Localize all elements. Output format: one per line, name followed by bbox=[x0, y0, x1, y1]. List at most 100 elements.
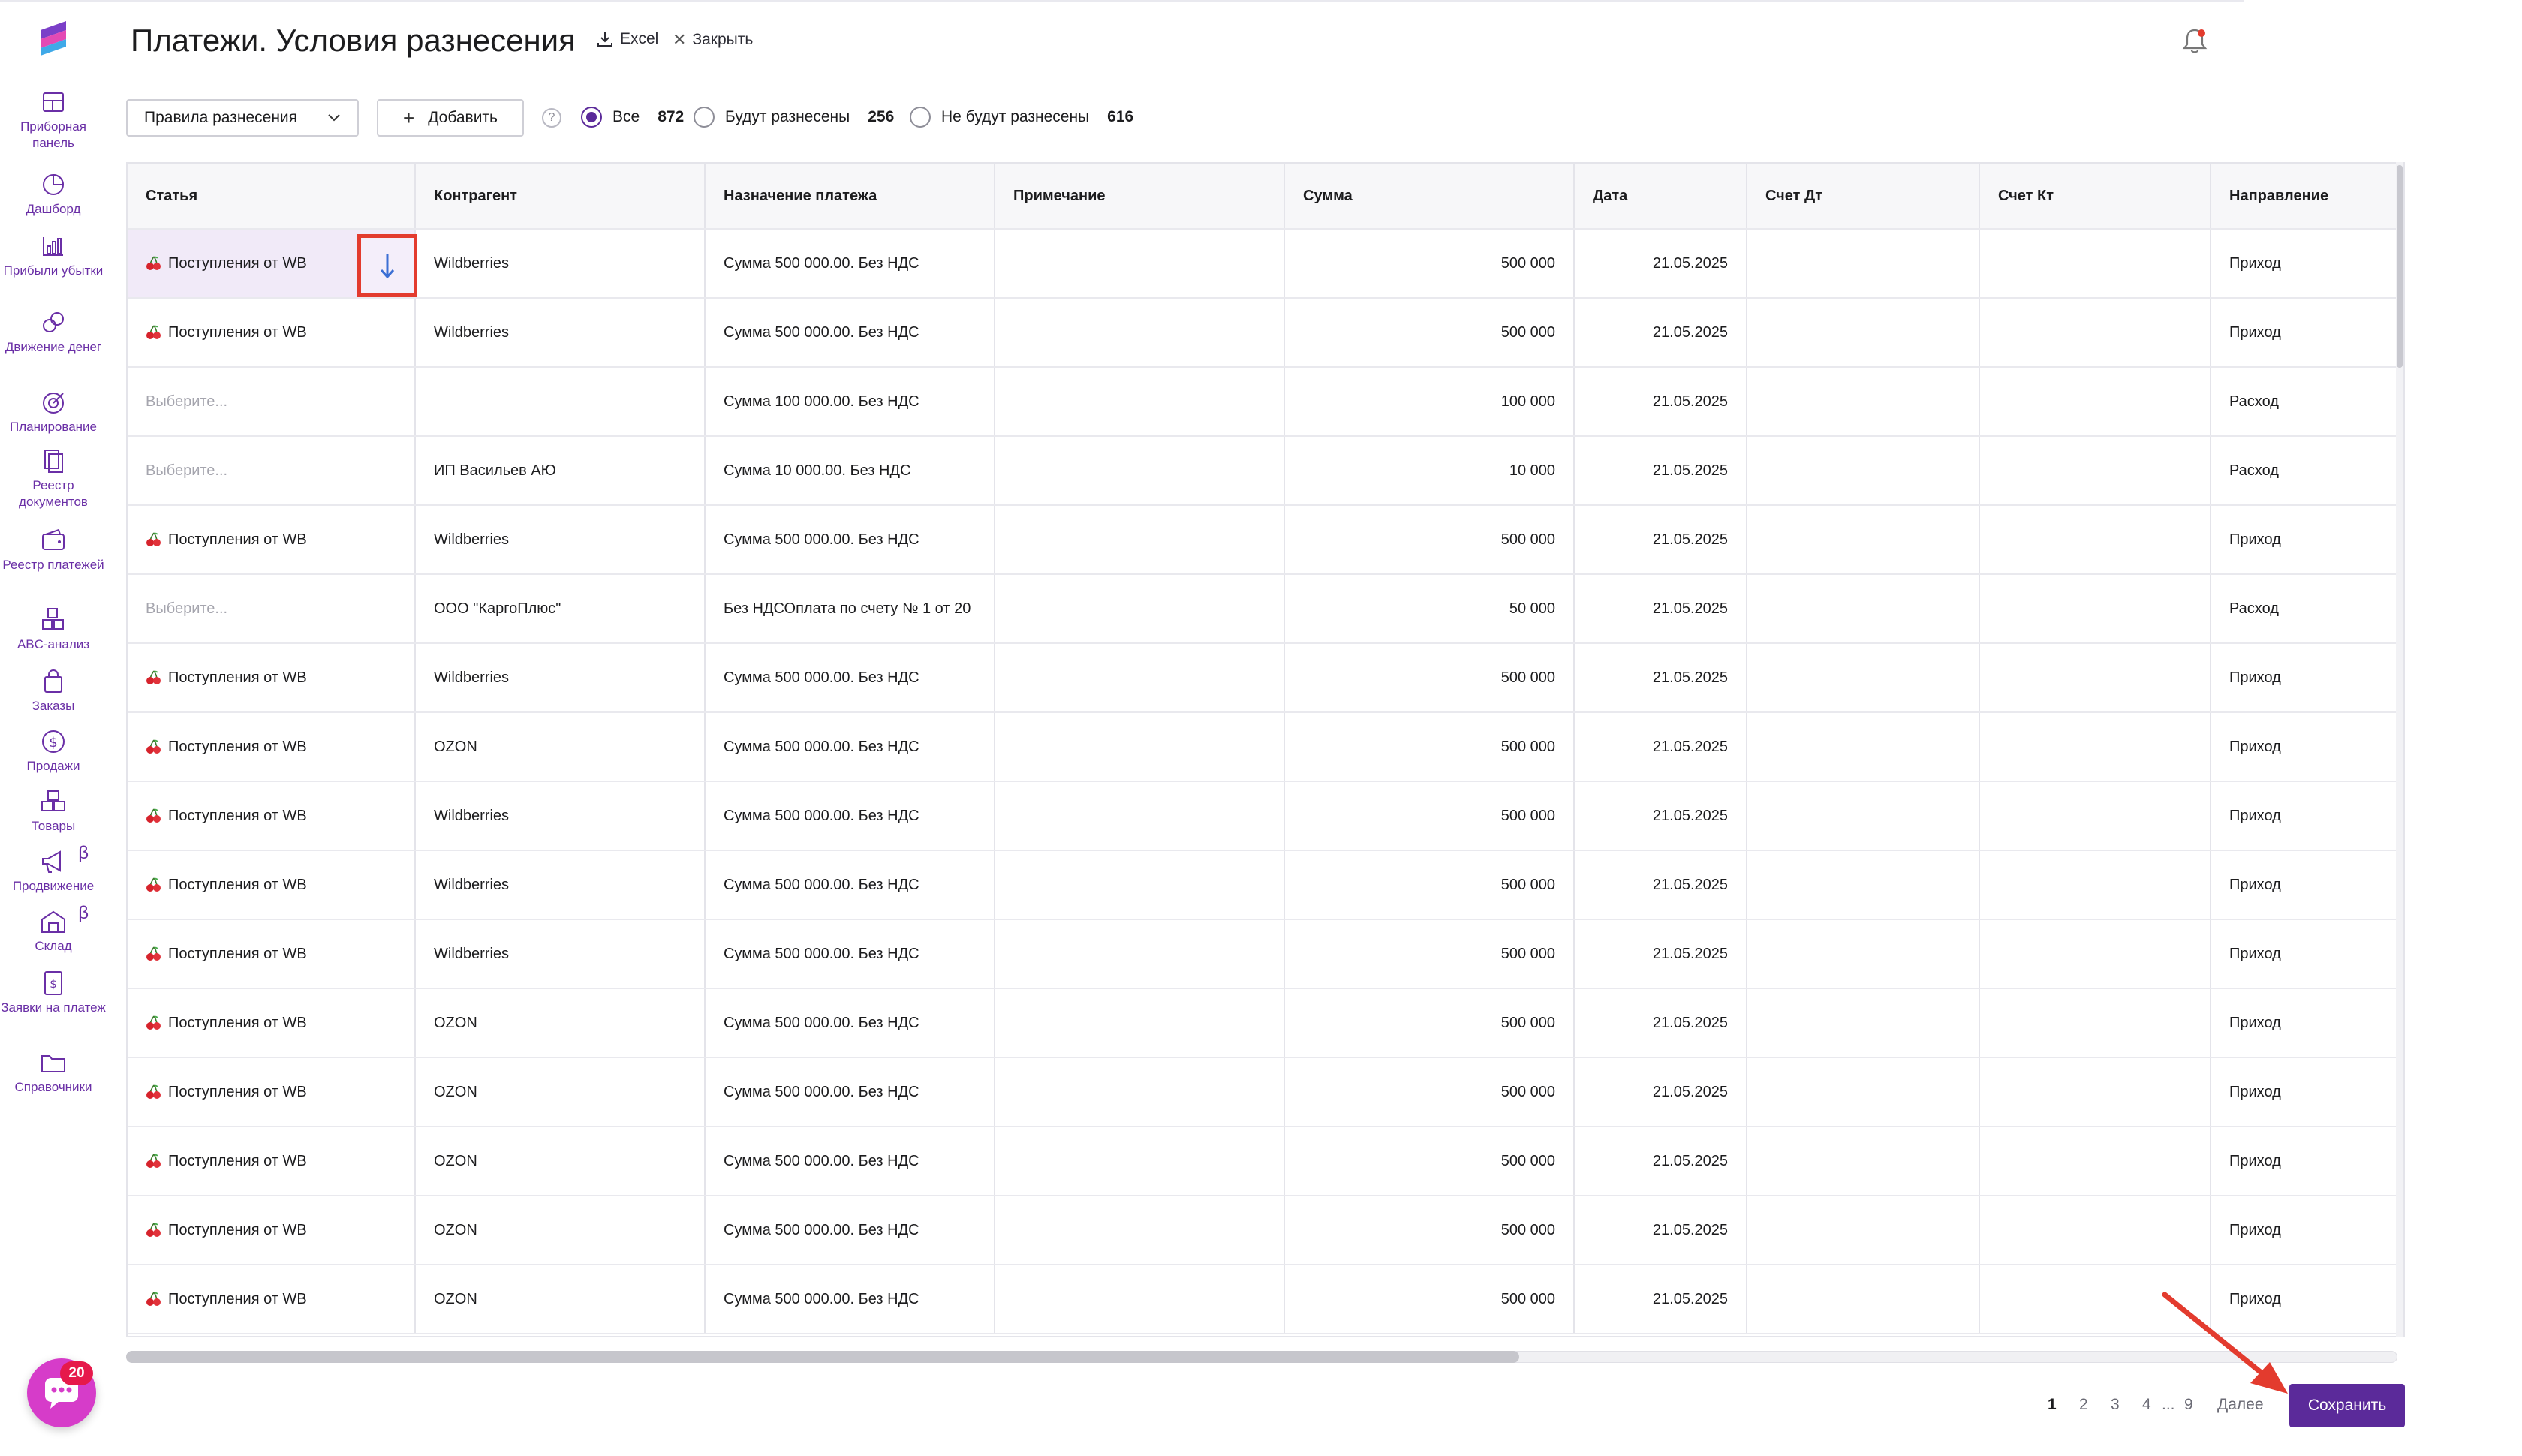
cell-article[interactable]: Выберите... bbox=[128, 368, 416, 435]
sidebar-item-label: Заявки на платеж bbox=[1, 1000, 106, 1015]
horizontal-scrollbar-thumb[interactable] bbox=[126, 1351, 1519, 1363]
filter-label: Не будут разнесены bbox=[941, 108, 1090, 125]
sidebar-item-shopping-bag[interactable]: Заказы bbox=[0, 668, 107, 714]
sidebar-item-folder[interactable]: Справочники bbox=[0, 1049, 107, 1096]
cell-article[interactable]: Поступления от WB bbox=[128, 1127, 416, 1195]
cherry-icon bbox=[146, 739, 161, 754]
sidebar-item-bar-chart[interactable]: Прибыли убытки bbox=[0, 233, 107, 279]
cell-counterparty: OZON bbox=[416, 1127, 706, 1195]
cell-sum: 50 000 bbox=[1285, 575, 1575, 642]
table-row[interactable]: Выберите... Сумма 100 000.00. Без НДС 100 … bbox=[128, 368, 2403, 437]
rules-dropdown[interactable]: Правила разнесения bbox=[126, 99, 359, 137]
cell-article[interactable]: Поступления от WB bbox=[128, 1196, 416, 1264]
cell-date: 21.05.2025 bbox=[1575, 713, 1747, 781]
table-row[interactable]: Выберите... ООО "КаргоПлюс" Без НДСОплата … bbox=[128, 575, 2403, 644]
radio-circle[interactable] bbox=[910, 107, 931, 128]
cell-text: 21.05.2025 bbox=[1652, 531, 1728, 548]
app-logo-icon[interactable] bbox=[38, 20, 69, 57]
table-row[interactable]: Поступления от WB Wildberries Сумма 500 00… bbox=[128, 920, 2403, 989]
filter-radio-2[interactable]: Не будут разнесены 616 bbox=[910, 107, 1133, 128]
cell-purpose: Сумма 100 000.00. Без НДС bbox=[706, 368, 995, 435]
filter-radio-1[interactable]: Будут разнесены 256 bbox=[694, 107, 894, 128]
radio-circle[interactable] bbox=[694, 107, 715, 128]
save-button[interactable]: Сохранить bbox=[2289, 1384, 2405, 1427]
excel-export-button[interactable]: Excel bbox=[596, 30, 658, 48]
cherry-icon bbox=[146, 877, 161, 892]
cell-article[interactable]: Поступления от WB bbox=[128, 506, 416, 573]
sidebar-item-target[interactable]: Планирование bbox=[0, 389, 107, 435]
add-button[interactable]: + Добавить bbox=[377, 99, 524, 137]
column-header-note[interactable]: Примечание bbox=[995, 164, 1285, 228]
table-row[interactable]: Поступления от WB OZON Сумма 500 000.00. Б… bbox=[128, 989, 2403, 1058]
cell-text: 21.05.2025 bbox=[1652, 876, 1728, 893]
sidebar-item-label: Планирование bbox=[9, 420, 98, 434]
sidebar-item-money-flow[interactable]: Движение денег bbox=[0, 309, 107, 356]
column-header-counterparty[interactable]: Контрагент bbox=[416, 164, 706, 228]
cherry-icon bbox=[146, 532, 161, 546]
table-row[interactable]: Поступления от WB Wildberries Сумма 500 00… bbox=[128, 851, 2403, 920]
cell-purpose: Сумма 500 000.00. Без НДС bbox=[706, 851, 995, 919]
cell-article[interactable]: Поступления от WB bbox=[128, 1265, 416, 1333]
radio-circle[interactable] bbox=[581, 107, 602, 128]
apply-down-button[interactable] bbox=[357, 234, 417, 297]
sidebar-item-wallet[interactable]: Реестр платежей bbox=[0, 527, 107, 573]
vertical-scrollbar-thumb[interactable] bbox=[2397, 165, 2403, 368]
table-row[interactable]: Поступления от WB Wildberries Сумма 500 00… bbox=[128, 782, 2403, 851]
page-link-4[interactable]: 4 bbox=[2142, 1396, 2151, 1414]
sidebar-item-abc[interactable]: ABC-анализ bbox=[0, 606, 107, 653]
sidebar-item-documents[interactable]: Реестр документов bbox=[0, 447, 107, 510]
wallet-icon bbox=[42, 528, 65, 550]
cell-article[interactable]: Выберите... bbox=[128, 575, 416, 642]
table-row[interactable]: Поступления от WB Wildberries Сумма 500 00… bbox=[128, 506, 2403, 575]
cell-date: 21.05.2025 bbox=[1575, 1127, 1747, 1195]
table-row[interactable]: Поступления от WB OZON Сумма 500 000.00. Б… bbox=[128, 1265, 2403, 1334]
column-header-purpose[interactable]: Назначение платежа bbox=[706, 164, 995, 228]
table-row[interactable]: Выберите... ИП Васильев АЮ Сумма 10 000.00… bbox=[128, 437, 2403, 506]
table-row[interactable]: Поступления от WB Wildberries Сумма 500 00… bbox=[128, 299, 2403, 368]
page-link-1[interactable]: 1 bbox=[2048, 1396, 2057, 1414]
table-row[interactable]: Поступления от WB OZON Сумма 500 000.00. Б… bbox=[128, 1196, 2403, 1265]
column-header-debit-account[interactable]: Счет Дт bbox=[1747, 164, 1980, 228]
sidebar-item-boxes[interactable]: Товары bbox=[0, 788, 107, 835]
table-row[interactable]: Поступления от WB OZON Сумма 500 000.00. Б… bbox=[128, 1058, 2403, 1127]
filter-radio-0[interactable]: Все 872 bbox=[581, 107, 684, 128]
column-header-sum[interactable]: Сумма bbox=[1285, 164, 1575, 228]
cell-counterparty: Wildberries bbox=[416, 644, 706, 711]
table-row[interactable]: Поступления от WB Wildberries Сумма 500 00… bbox=[128, 230, 2403, 299]
column-header-article[interactable]: Статья bbox=[128, 164, 416, 228]
cell-article[interactable]: Поступления от WB bbox=[128, 989, 416, 1057]
cell-text: Wildberries bbox=[434, 531, 510, 548]
cell-article[interactable]: Поступления от WB bbox=[128, 851, 416, 919]
cell-article[interactable]: Поступления от WB bbox=[128, 782, 416, 850]
cell-direction: Приход bbox=[2211, 713, 2403, 781]
table-row[interactable]: Поступления от WB OZON Сумма 500 000.00. Б… bbox=[128, 1127, 2403, 1196]
cell-article[interactable]: Поступления от WB bbox=[128, 299, 416, 366]
cell-purpose: Сумма 500 000.00. Без НДС bbox=[706, 644, 995, 711]
sidebar-item-warehouse[interactable]: Склад β bbox=[0, 904, 107, 955]
column-header-direction[interactable]: Направление bbox=[2211, 164, 2403, 228]
sidebar-item-pie-chart[interactable]: Дашборд bbox=[0, 171, 107, 218]
sidebar-item-megaphone[interactable]: Продвижение β bbox=[0, 844, 107, 895]
table-row[interactable]: Поступления от WB Wildberries Сумма 500 00… bbox=[128, 644, 2403, 713]
sidebar-item-dollar[interactable]: $ Продажи bbox=[0, 728, 107, 775]
page-link-3[interactable]: 3 bbox=[2111, 1396, 2120, 1414]
notification-bell-icon[interactable] bbox=[2181, 27, 2208, 56]
cell-sum: 500 000 bbox=[1285, 299, 1575, 366]
table-row[interactable]: Поступления от WB OZON Сумма 500 000.00. Б… bbox=[128, 713, 2403, 782]
help-icon[interactable]: ? bbox=[542, 108, 561, 128]
top-divider bbox=[0, 0, 2244, 2]
column-header-credit-account[interactable]: Счет Кт bbox=[1980, 164, 2211, 228]
cell-article[interactable]: Поступления от WB bbox=[128, 644, 416, 711]
cell-article[interactable]: Поступления от WB bbox=[128, 1058, 416, 1126]
cell-article[interactable]: Выберите... bbox=[128, 437, 416, 504]
cell-text: Сумма 500 000.00. Без НДС bbox=[724, 1221, 919, 1238]
sidebar-item-payment-request[interactable]: $ Заявки на платеж bbox=[0, 970, 107, 1016]
cell-text: 21.05.2025 bbox=[1652, 945, 1728, 962]
page-link-2[interactable]: 2 bbox=[2079, 1396, 2088, 1414]
column-header-date[interactable]: Дата bbox=[1575, 164, 1747, 228]
cell-article[interactable]: Поступления от WB bbox=[128, 713, 416, 781]
sidebar-item-dashboard-panel[interactable]: Приборная панель bbox=[0, 89, 107, 152]
cell-article[interactable]: Поступления от WB bbox=[128, 920, 416, 988]
close-button[interactable]: ✕ Закрыть bbox=[673, 30, 753, 50]
cell-text: Приход bbox=[2229, 1083, 2281, 1100]
